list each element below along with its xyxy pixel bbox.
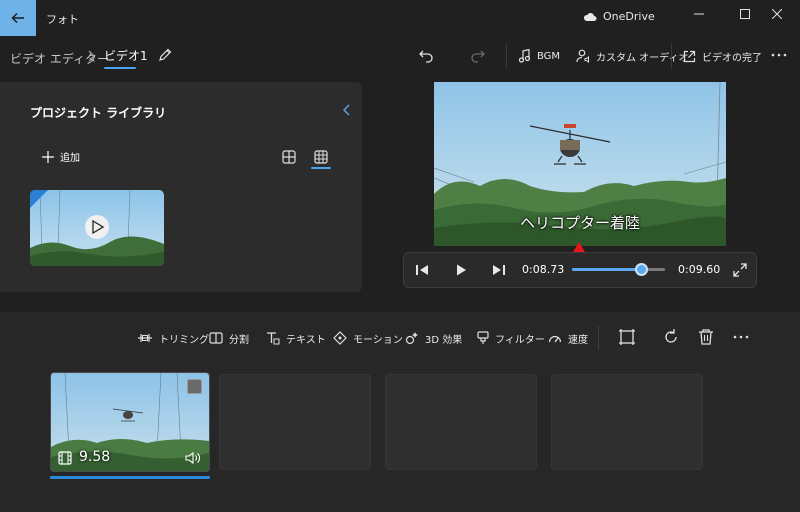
- trash-icon[interactable]: [697, 328, 715, 346]
- arrow-left-icon: [11, 12, 24, 24]
- speaker-icon[interactable]: [185, 451, 201, 465]
- rotate-icon[interactable]: [662, 328, 680, 346]
- split-button[interactable]: 分割: [209, 328, 249, 348]
- music-note-icon: [518, 49, 531, 63]
- storyboard-more-icon[interactable]: [732, 333, 750, 341]
- filters-label: フィルター: [495, 334, 545, 346]
- breadcrumb-underline: [104, 67, 136, 69]
- person-audio-icon: [576, 49, 589, 63]
- trim-button[interactable]: トリミング: [137, 328, 209, 348]
- text-button[interactable]: テキスト: [266, 328, 326, 348]
- speed-button[interactable]: 速度: [548, 328, 588, 348]
- finish-video-button[interactable]: ビデオの完了: [683, 44, 762, 68]
- close-button[interactable]: [754, 0, 800, 28]
- text-icon: [267, 332, 280, 345]
- clip-select-checkbox[interactable]: [187, 379, 202, 394]
- split-icon: [209, 332, 223, 344]
- undo-icon[interactable]: [418, 47, 434, 63]
- text-label: テキスト: [286, 334, 326, 346]
- minimize-icon: [694, 13, 704, 15]
- total-duration: 0:09.60: [678, 263, 721, 276]
- selected-clip-indicator: [50, 476, 210, 479]
- motion-label: モーション: [353, 334, 403, 346]
- add-media-label: 追加: [60, 153, 80, 164]
- app-title: フォト: [46, 13, 79, 26]
- empty-clip-slot: [219, 374, 371, 470]
- cloud-icon: [583, 12, 597, 21]
- toolbar-divider: [506, 44, 507, 68]
- seek-slider-thumb[interactable]: [635, 263, 648, 276]
- onedrive-status[interactable]: OneDrive: [583, 10, 655, 23]
- filters-button[interactable]: フィルター: [477, 328, 545, 348]
- bgm-button[interactable]: BGM: [518, 44, 560, 68]
- current-time: 0:08.73: [522, 263, 565, 276]
- filmstrip-icon: [58, 451, 72, 465]
- 3d-effects-label: 3D 効果: [425, 334, 463, 346]
- plus-icon: [42, 150, 54, 163]
- crop-frame-icon[interactable]: [618, 328, 636, 346]
- storyboard-clip[interactable]: [50, 372, 210, 472]
- project-library-title: プロジェクト ライブラリ: [30, 106, 167, 120]
- previous-frame-icon[interactable]: [414, 262, 430, 278]
- seek-slider-fill: [572, 268, 641, 271]
- breadcrumb-current-project[interactable]: ビデオ1: [104, 47, 148, 64]
- storyboard-toolbar-divider: [598, 326, 599, 350]
- view-toggle-underline: [311, 167, 331, 169]
- fullscreen-icon[interactable]: [732, 262, 748, 278]
- sparkle-cube-icon: [405, 332, 418, 345]
- redo-icon[interactable]: [470, 47, 486, 63]
- clip-duration: 9.58: [79, 449, 111, 465]
- add-media-button[interactable]: 追加: [42, 149, 80, 164]
- export-icon: [683, 50, 696, 62]
- chevron-right-icon: [88, 50, 95, 62]
- close-icon: [772, 9, 782, 19]
- maximize-icon: [740, 9, 750, 19]
- back-button[interactable]: [0, 0, 36, 36]
- helicopter-scene-image: [30, 190, 164, 266]
- custom-audio-label: カスタム オーディオ: [596, 52, 689, 64]
- motion-button[interactable]: モーション: [333, 328, 403, 348]
- 3d-effects-button[interactable]: 3D 効果: [405, 328, 462, 348]
- motion-icon: [333, 331, 347, 345]
- video-caption-text: ヘリコプター着陸: [519, 214, 640, 232]
- large-grid-view-icon[interactable]: [282, 150, 296, 164]
- split-label: 分割: [229, 334, 249, 346]
- more-options-icon[interactable]: [770, 50, 788, 60]
- next-frame-icon[interactable]: [491, 262, 507, 278]
- speedometer-icon: [548, 335, 562, 343]
- play-icon[interactable]: [453, 262, 469, 278]
- filter-brush-icon: [477, 331, 489, 344]
- pencil-icon[interactable]: [157, 47, 173, 63]
- finish-video-label: ビデオの完了: [702, 52, 762, 64]
- speed-label: 速度: [568, 334, 588, 346]
- bgm-label: BGM: [537, 50, 561, 62]
- chevron-left-icon[interactable]: [340, 103, 354, 117]
- small-grid-view-icon[interactable]: [314, 150, 328, 164]
- empty-clip-slot: [385, 374, 537, 470]
- onedrive-label: OneDrive: [603, 10, 655, 23]
- library-video-thumbnail[interactable]: [30, 190, 164, 266]
- trim-label: トリミング: [159, 334, 209, 346]
- toolbar-divider: [671, 44, 672, 68]
- selection-corner-icon: [30, 190, 48, 208]
- trim-icon: [138, 334, 152, 342]
- empty-clip-slot: [551, 374, 703, 470]
- minimize-button[interactable]: [676, 0, 722, 28]
